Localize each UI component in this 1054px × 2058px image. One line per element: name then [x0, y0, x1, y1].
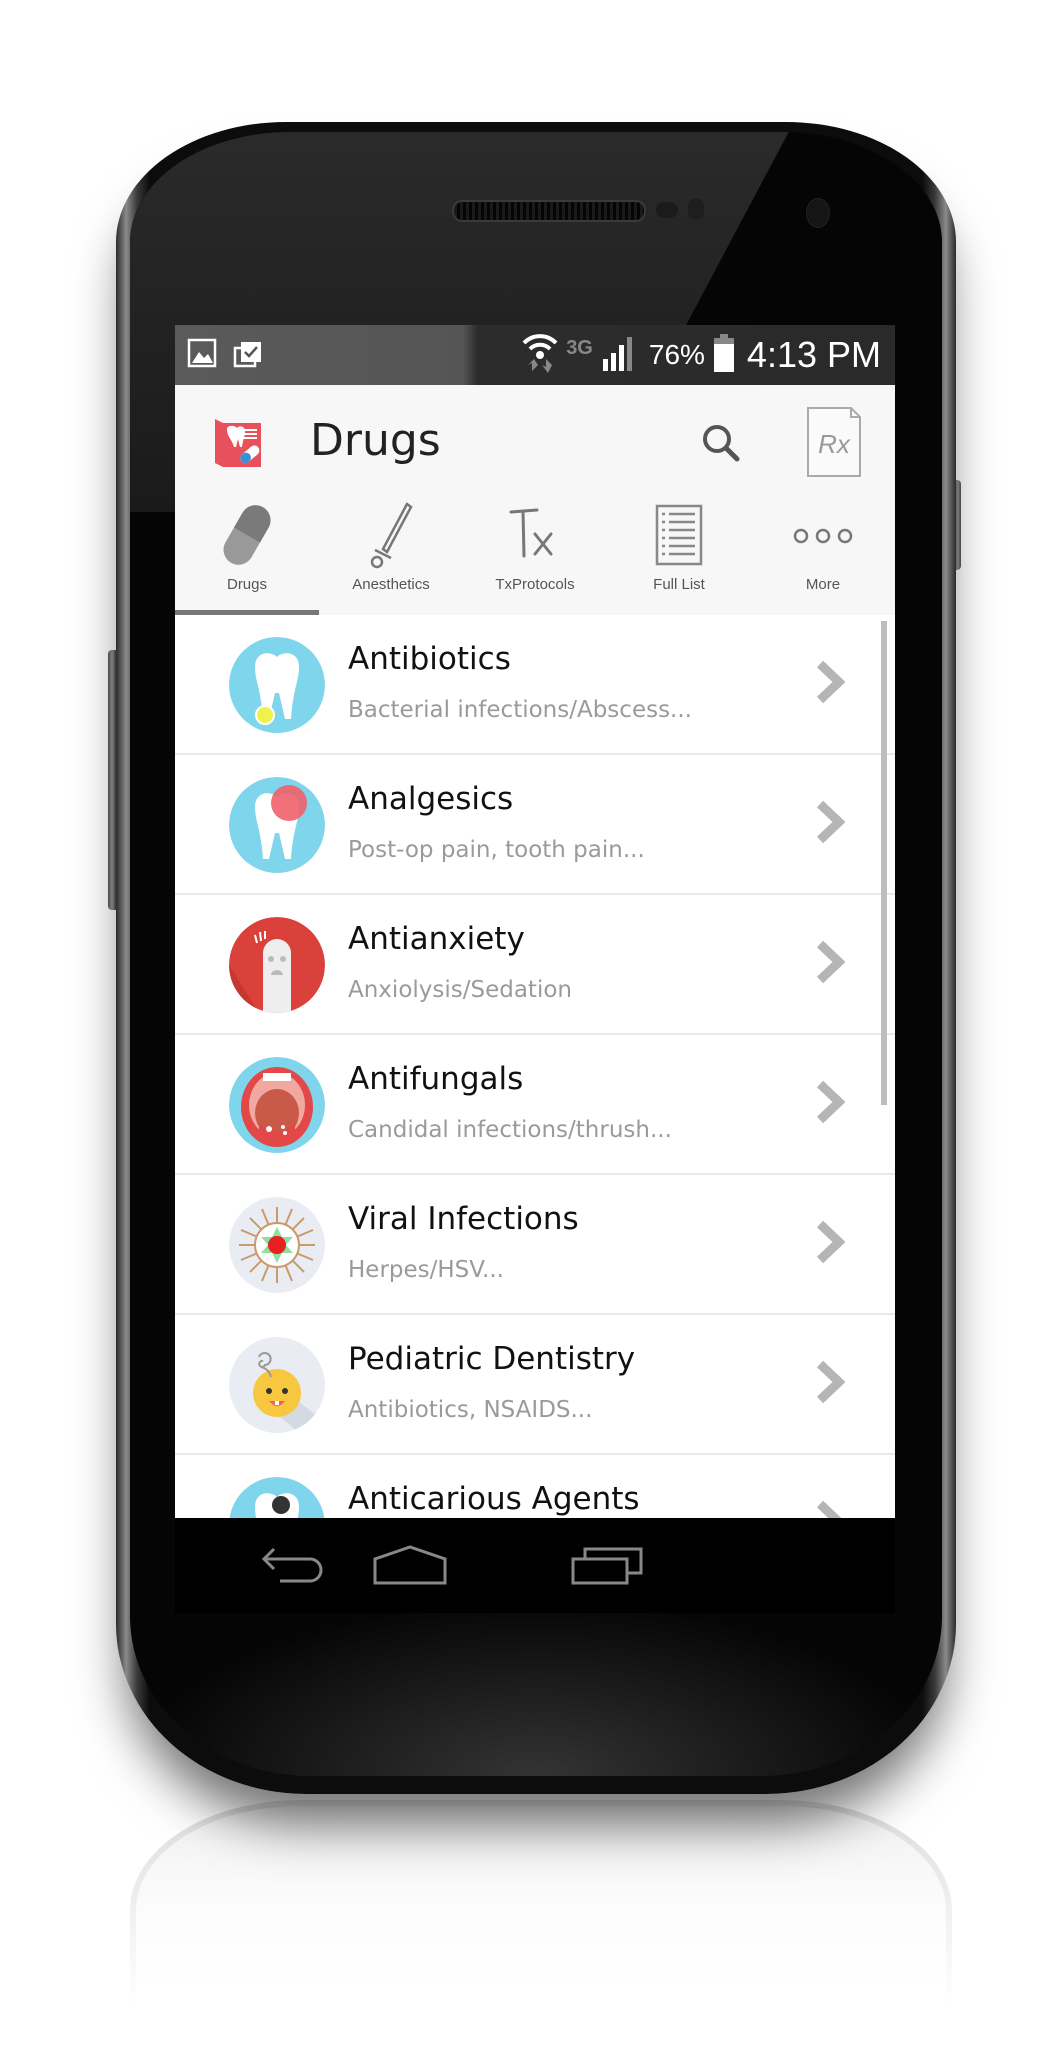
open-mouth-icon [229, 1057, 325, 1153]
clipboard-check-icon [233, 338, 263, 373]
tab-bar: Drugs Anesthetics TxProtocols Full List … [175, 500, 895, 615]
tab-full-list[interactable]: Full List [607, 500, 751, 615]
list-item-antianxiety[interactable]: Antianxiety Anxiolysis/Sedation [175, 895, 895, 1035]
tab-label: More [805, 576, 841, 593]
recent-apps-icon [571, 1547, 643, 1585]
chevron-right-icon [815, 939, 846, 985]
chevron-right-icon [815, 1219, 846, 1265]
item-subtitle: Post-op pain, tooth pain... [348, 837, 645, 863]
tab-label: Anesthetics [352, 576, 430, 593]
list-item-viral-infections[interactable]: Viral Infections Herpes/HSV... [175, 1175, 895, 1315]
tx-icon [500, 500, 570, 570]
signal-icon [601, 335, 641, 376]
item-subtitle: Candidal infections/thrush... [348, 1117, 672, 1143]
search-icon [703, 425, 740, 462]
drug-category-list: Antibiotics Bacterial infections/Abscess… [175, 615, 895, 1613]
proximity-sensor [656, 202, 678, 218]
volume-button [108, 650, 116, 910]
pill-icon [212, 500, 282, 570]
bottom-sheen [130, 1596, 942, 1776]
tab-label: TxProtocols [495, 576, 575, 593]
earpiece-speaker [452, 200, 646, 222]
item-subtitle: Anxiolysis/Sedation [348, 977, 572, 1003]
item-title: Antianxiety [348, 921, 525, 957]
network-type: 3G [566, 336, 593, 359]
list-item-antifungals[interactable]: Antifungals Candidal infections/thrush..… [175, 1035, 895, 1175]
light-sensor [688, 198, 704, 220]
wifi-icon [522, 331, 558, 380]
phone-reflection [130, 1800, 952, 2006]
anxious-tooth-icon [229, 917, 325, 1013]
tab-txprotocols[interactable]: TxProtocols [463, 500, 607, 615]
chevron-right-icon [815, 799, 846, 845]
item-title: Analgesics [348, 781, 514, 817]
item-title: Antibiotics [348, 641, 511, 677]
gallery-icon [187, 338, 217, 373]
dental-rx-logo-icon[interactable] [213, 417, 263, 469]
chevron-right-icon [815, 1359, 846, 1405]
tooth-abscess-icon [229, 637, 325, 733]
more-dots-icon [788, 500, 858, 570]
baby-icon [229, 1337, 325, 1433]
item-title: Anticarious Agents [348, 1481, 640, 1517]
syringe-icon [356, 500, 426, 570]
item-subtitle: Herpes/HSV... [348, 1257, 504, 1283]
chevron-right-icon [815, 1079, 846, 1125]
app-bar: Drugs Rx Drugs Anesthetics TxProtocols F… [175, 385, 895, 615]
tab-more[interactable]: More [751, 500, 895, 615]
tab-drugs[interactable]: Drugs [175, 500, 319, 615]
clock: 4:13 PM [746, 334, 881, 375]
item-title: Pediatric Dentistry [348, 1341, 636, 1377]
battery-icon [713, 333, 735, 377]
item-subtitle: Bacterial infections/Abscess... [348, 697, 692, 723]
search-button[interactable] [697, 419, 747, 469]
list-icon [644, 500, 714, 570]
item-subtitle: Antibiotics, NSAIDS... [348, 1397, 593, 1423]
item-title: Viral Infections [348, 1201, 579, 1237]
status-bar: 3G 76% 4:13 PM [175, 325, 895, 385]
item-title: Antifungals [348, 1061, 524, 1097]
tooth-pain-icon [229, 777, 325, 873]
system-nav-bar [175, 1518, 895, 1613]
front-camera [806, 198, 830, 228]
page-title: Drugs [310, 415, 441, 466]
back-icon [261, 1547, 323, 1583]
list-scrollbar[interactable] [881, 621, 887, 1105]
home-icon [373, 1545, 447, 1585]
tab-label: Drugs [226, 576, 267, 593]
tab-label: Full List [653, 576, 705, 593]
battery-percent: 76% [648, 339, 705, 370]
rx-prescription-icon: Rx [807, 407, 861, 477]
chevron-right-icon [815, 659, 846, 705]
back-button[interactable] [250, 1540, 340, 1590]
svg-text:Rx: Rx [818, 429, 851, 459]
screen: 3G 76% 4:13 PM Drugs Rx Drugs Anesthetic… [175, 325, 895, 1613]
virus-icon [229, 1197, 325, 1293]
rx-prescription-button[interactable]: Rx [807, 407, 861, 477]
list-item-analgesics[interactable]: Analgesics Post-op pain, tooth pain... [175, 755, 895, 895]
home-button[interactable] [365, 1540, 455, 1590]
tab-anesthetics[interactable]: Anesthetics [319, 500, 463, 615]
recent-apps-button[interactable] [563, 1540, 653, 1590]
list-item-antibiotics[interactable]: Antibiotics Bacterial infections/Abscess… [175, 615, 895, 755]
list-item-pediatric-dentistry[interactable]: Pediatric Dentistry Antibiotics, NSAIDS.… [175, 1315, 895, 1455]
